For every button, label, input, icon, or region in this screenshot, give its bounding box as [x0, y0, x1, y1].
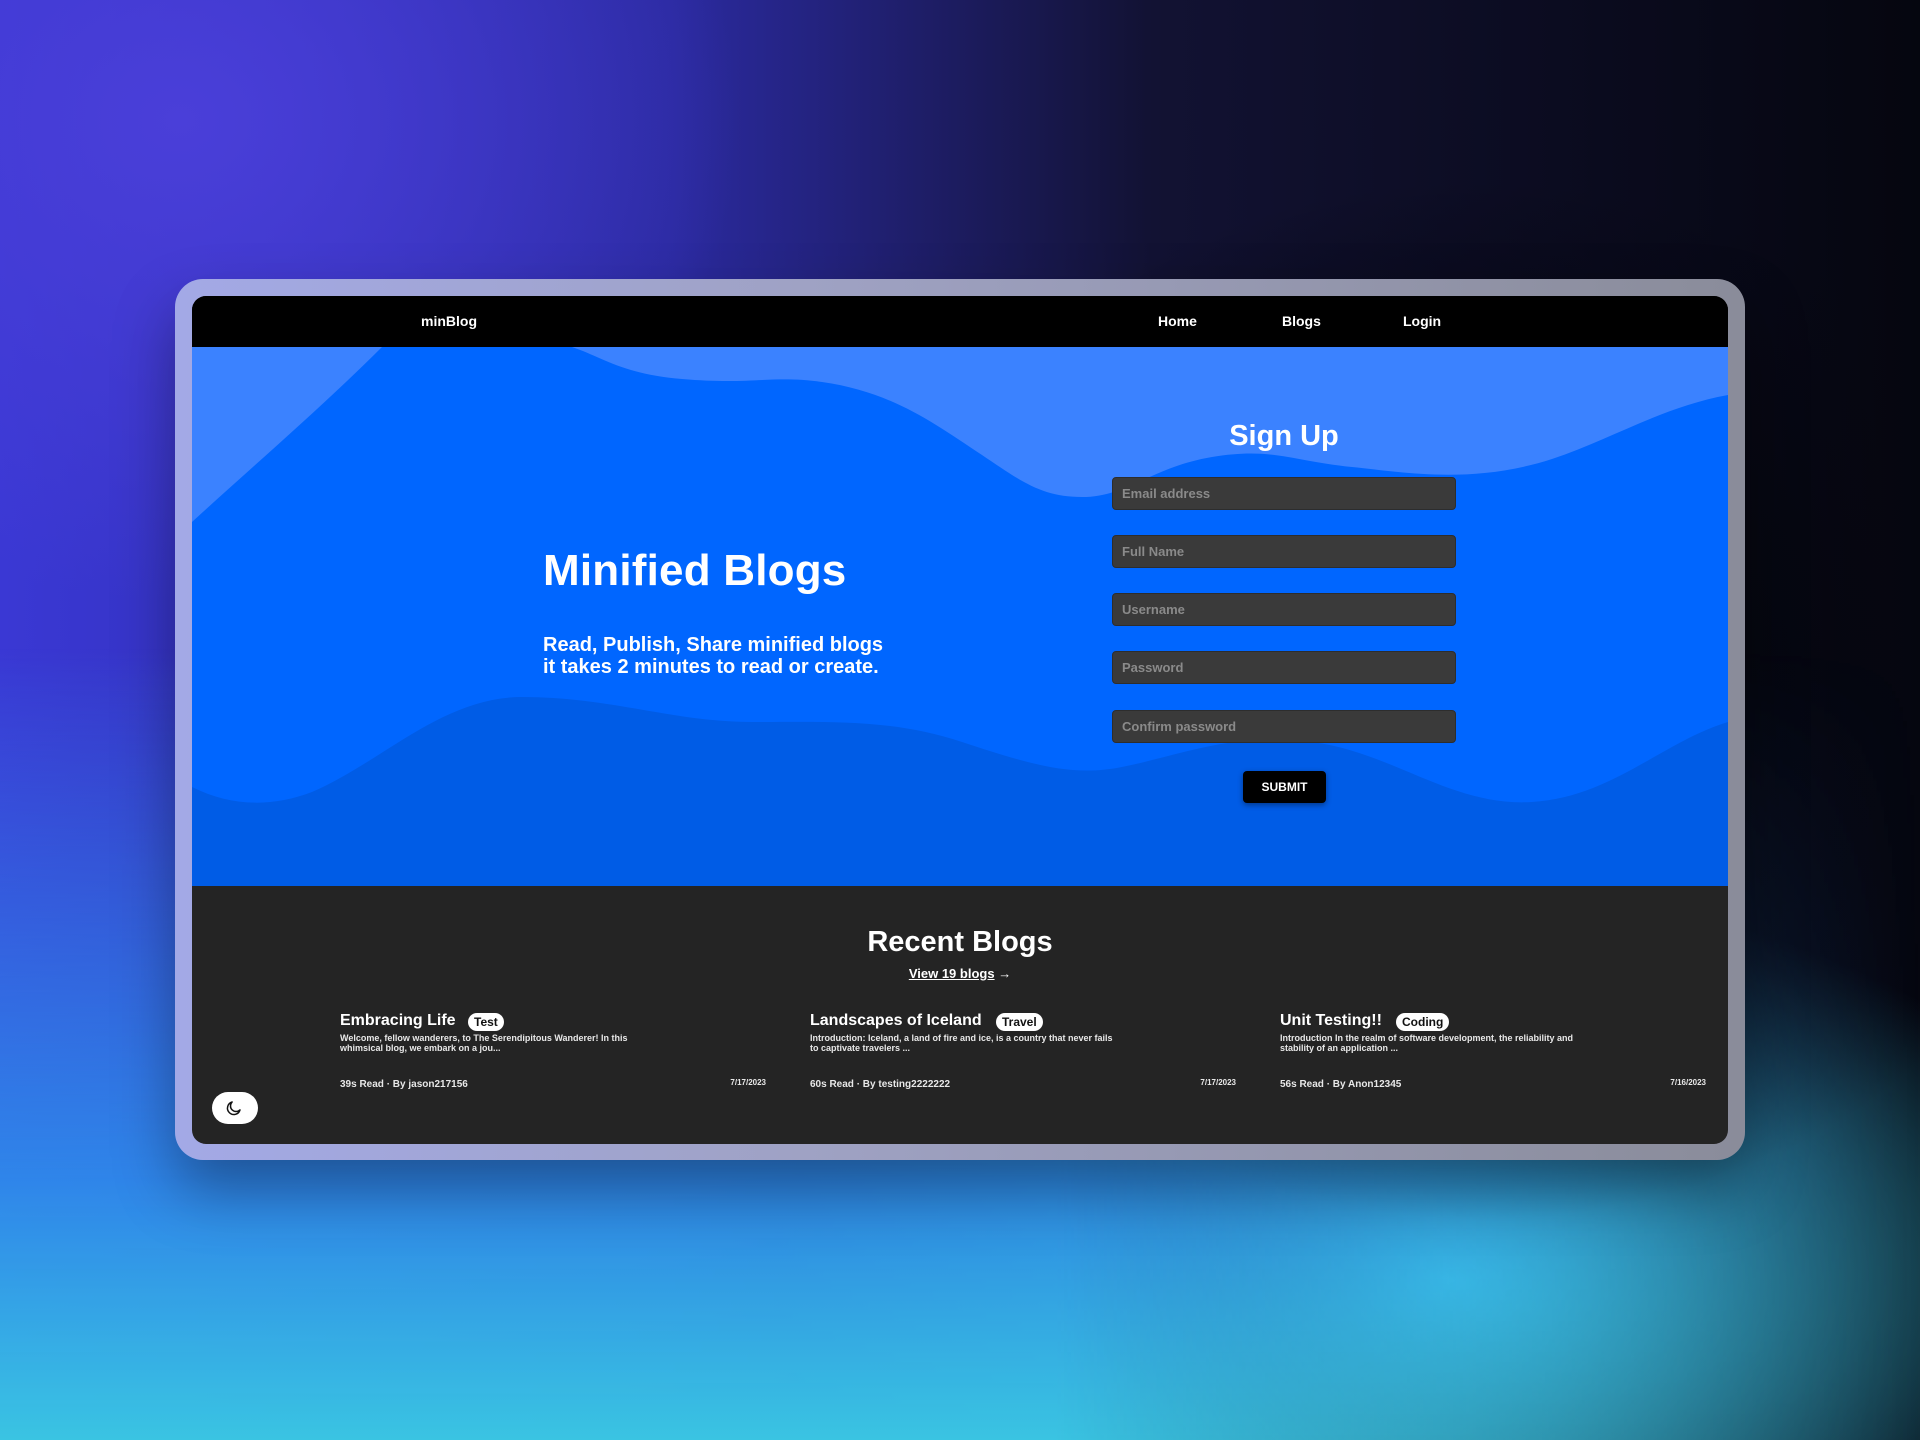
blog-card-title[interactable]: Landscapes of Iceland — [810, 1012, 982, 1030]
full-name-field[interactable] — [1112, 535, 1456, 568]
blog-card-title[interactable]: Embracing Life — [340, 1012, 456, 1030]
blog-card-description: Introduction In the realm of software de… — [1280, 1033, 1574, 1053]
hero-title: Minified Blogs — [543, 546, 847, 595]
nav-home-link[interactable]: Home — [1158, 296, 1197, 347]
view-all-blogs-label[interactable]: View 19 blogs — [909, 966, 995, 981]
blog-card[interactable]: Unit Testing!! Coding Introduction In th… — [1280, 1012, 1706, 1102]
signup-title: Sign Up — [1229, 420, 1339, 452]
recent-blogs-title: Recent Blogs — [867, 926, 1053, 958]
nav-login-link[interactable]: Login — [1403, 296, 1441, 347]
blog-card-description: Introduction: Iceland, a land of fire an… — [810, 1033, 1113, 1053]
email-field[interactable] — [1112, 477, 1456, 510]
browser-screen: minBlog Home Blogs Login Minified Blogs … — [192, 296, 1728, 1144]
blog-card-date: 7/17/2023 — [730, 1078, 766, 1087]
blog-card-tag: Test — [468, 1013, 504, 1031]
hero-waves — [192, 347, 1728, 886]
hero-section: Minified Blogs Read, Publish, Share mini… — [192, 347, 1728, 886]
arrow-right-icon: → — [998, 966, 1012, 981]
blog-card-description: Welcome, fellow wanderers, to The Serend… — [340, 1033, 628, 1053]
submit-button[interactable]: SUBMIT — [1243, 771, 1326, 803]
password-field[interactable] — [1112, 651, 1456, 684]
blog-card-meta: 39s Read · By jason217156 — [340, 1079, 468, 1090]
blog-card-title[interactable]: Unit Testing!! — [1280, 1012, 1382, 1030]
blog-card-tag: Travel — [996, 1013, 1043, 1031]
view-all-blogs-link[interactable]: View 19 blogs → — [192, 966, 1728, 981]
theme-toggle-button[interactable] — [212, 1092, 258, 1124]
moon-icon — [226, 1101, 241, 1116]
navbar: minBlog Home Blogs Login — [192, 296, 1728, 347]
blog-card[interactable]: Embracing Life Test Welcome, fellow wand… — [340, 1012, 766, 1102]
blog-card[interactable]: Landscapes of Iceland Travel Introductio… — [810, 1012, 1236, 1102]
confirm-password-field[interactable] — [1112, 710, 1456, 743]
wave-bottom — [192, 697, 1728, 886]
hero-subtitle-line-2: it takes 2 minutes to read or create. — [543, 656, 879, 678]
blog-card-meta: 60s Read · By testing2222222 — [810, 1079, 951, 1090]
blog-card-meta: 56s Read · By Anon12345 — [1280, 1079, 1402, 1090]
username-field[interactable] — [1112, 593, 1456, 626]
hero-subtitle: Read, Publish, Share minified blogs it t… — [543, 634, 963, 678]
blog-card-date: 7/16/2023 — [1670, 1078, 1706, 1087]
brand-logo[interactable]: minBlog — [421, 296, 477, 347]
nav-blogs-link[interactable]: Blogs — [1282, 296, 1321, 347]
blog-card-tag: Coding — [1396, 1013, 1450, 1031]
wave-top — [192, 347, 1728, 522]
blog-card-date: 7/17/2023 — [1200, 1078, 1236, 1087]
hero-subtitle-line-1: Read, Publish, Share minified blogs — [543, 634, 884, 656]
